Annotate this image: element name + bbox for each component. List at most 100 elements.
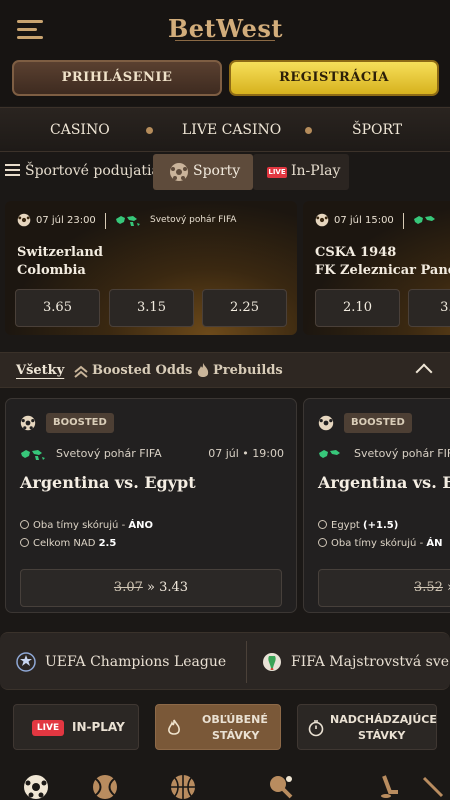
selection-line: Oba tímy skórujú - ÁNO bbox=[20, 520, 153, 531]
match-date: 07 júl • 19:00 bbox=[208, 447, 284, 460]
hamburger-menu-icon[interactable] bbox=[17, 20, 43, 39]
match-title: Argentina vs. Eg bbox=[318, 473, 450, 492]
competition-name: Svetový pohár FIFA bbox=[56, 447, 162, 460]
auth-row: PRIHLÁSENIE REGISTRÁCIA bbox=[0, 58, 450, 106]
selection-text: Celkom NAD bbox=[33, 538, 99, 549]
flame-icon bbox=[197, 363, 209, 377]
odds-button-draw[interactable]: 3.15 bbox=[109, 289, 194, 327]
match-carousel[interactable]: 07 júl 23:00 Svetový pohár FIFA Switzerl… bbox=[0, 195, 450, 343]
flame-icon bbox=[168, 719, 180, 735]
sport-icon-bar bbox=[0, 768, 450, 800]
selection-line: Egypt (+1.5) bbox=[318, 520, 398, 531]
selection-value: ÁNO bbox=[128, 520, 153, 531]
nav-casino[interactable]: CASINO bbox=[50, 108, 110, 153]
selection-value: 2.5 bbox=[98, 538, 117, 549]
filter-boosted-odds[interactable]: Boosted Odds bbox=[92, 353, 192, 389]
new-odds: 3.43 bbox=[159, 580, 189, 595]
boosted-card[interactable]: BOOSTED Svetový pohár FIFA 07 júl • 19:0… bbox=[5, 398, 297, 613]
boosted-badge: BOOSTED bbox=[344, 413, 412, 433]
tab-sport-events[interactable]: Športové podujatia bbox=[25, 163, 160, 179]
tennis-ball-icon[interactable] bbox=[92, 774, 118, 800]
team-away: Colombia bbox=[17, 263, 86, 278]
in-play-button[interactable]: LIVE IN-PLAY bbox=[13, 704, 139, 750]
favorite-bets-label-1: OBĽÚBENÉ bbox=[202, 713, 268, 726]
app-screen: BetWest PRIHLÁSENIE REGISTRÁCIA CASINO L… bbox=[0, 0, 450, 800]
brand-logo[interactable]: BetWest bbox=[168, 14, 283, 43]
boosted-card[interactable]: BOOSTED Svetový pohár FIFA Argentina vs.… bbox=[303, 398, 450, 613]
league-divider bbox=[246, 641, 247, 683]
radio-circle-icon bbox=[318, 520, 327, 529]
soccer-ball-icon bbox=[17, 213, 31, 227]
register-button[interactable]: REGISTRÁCIA bbox=[229, 60, 439, 96]
old-odds: 3.07 bbox=[113, 580, 143, 595]
soccer-ball-icon[interactable] bbox=[23, 774, 49, 800]
selection-line: Celkom NAD 2.5 bbox=[20, 538, 116, 549]
meta-divider bbox=[105, 213, 106, 229]
match-date: 07 júl 15:00 bbox=[334, 215, 394, 226]
tab-in-play-label: In-Play bbox=[291, 163, 341, 179]
nav-sport[interactable]: ŠPORT bbox=[352, 108, 402, 153]
odds-button-draw[interactable]: 3.3 bbox=[408, 289, 450, 327]
top-header: BetWest bbox=[0, 0, 450, 58]
soccer-ball-icon bbox=[20, 415, 36, 431]
odds-button-home[interactable]: 3.65 bbox=[15, 289, 100, 327]
match-card[interactable]: 07 júl 15:00 CSKA 1948 FK Zeleznicar Pan… bbox=[303, 201, 450, 335]
team-away: FK Zeleznicar Pance bbox=[315, 263, 450, 278]
league-fifa-world-cup[interactable]: FIFA Majstrovstvá sve bbox=[291, 633, 449, 691]
competition-name: Svetový pohár FIFA bbox=[354, 447, 450, 460]
main-nav: CASINO LIVE CASINO ŠPORT bbox=[0, 107, 450, 152]
favorite-bets-button[interactable]: OBĽÚBENÉ STÁVKY bbox=[155, 704, 281, 750]
match-title: Argentina vs. Egypt bbox=[20, 473, 196, 492]
nav-live-casino[interactable]: LIVE CASINO bbox=[182, 108, 281, 153]
world-map-icon bbox=[116, 216, 140, 226]
live-badge: LIVE bbox=[267, 167, 287, 178]
team-home: Switzerland bbox=[17, 245, 103, 260]
match-date: 07 júl 23:00 bbox=[36, 215, 96, 226]
champions-league-icon bbox=[16, 652, 36, 672]
boosted-odds-button[interactable]: 3.07 » 3.43 bbox=[20, 569, 282, 607]
boosted-odds-button[interactable]: 3.52 » bbox=[318, 569, 450, 607]
world-map-icon bbox=[21, 450, 45, 460]
table-tennis-icon[interactable] bbox=[268, 774, 294, 800]
tab-sporty[interactable]: Sporty bbox=[153, 154, 253, 190]
world-map-icon bbox=[414, 216, 435, 224]
filter-prebuilds[interactable]: Prebuilds bbox=[213, 353, 283, 389]
upcoming-bets-label-2: STÁVKY bbox=[358, 729, 406, 742]
double-chevron-up-icon bbox=[74, 365, 88, 378]
selection-line: Oba tímy skórujú - ÁN bbox=[318, 538, 442, 549]
favorite-bets-label-2: STÁVKY bbox=[212, 729, 260, 742]
radio-circle-icon bbox=[318, 538, 327, 547]
selection-value: ÁN bbox=[426, 538, 443, 549]
team-home: CSKA 1948 bbox=[315, 245, 397, 260]
live-badge: LIVE bbox=[32, 720, 64, 736]
filter-all[interactable]: Všetky bbox=[16, 353, 64, 389]
ice-hockey-icon[interactable] bbox=[378, 774, 404, 800]
selection-text: Egypt bbox=[331, 520, 364, 531]
league-carousel[interactable]: UEFA Champions League FIFA Majstrovstvá … bbox=[0, 632, 450, 690]
collapse-chevron-icon[interactable] bbox=[415, 363, 433, 381]
tab-in-play[interactable]: LIVE In-Play bbox=[253, 154, 349, 190]
meta-divider bbox=[403, 213, 404, 229]
fifa-trophy-icon bbox=[263, 653, 281, 671]
old-odds: 3.52 bbox=[414, 580, 443, 595]
tab-sporty-label: Sporty bbox=[193, 163, 241, 179]
stopwatch-icon bbox=[308, 720, 324, 737]
odds-button-away[interactable]: 2.25 bbox=[202, 289, 287, 327]
logo-underline bbox=[175, 40, 275, 43]
soccer-ball-icon bbox=[315, 213, 329, 227]
league-champions-league[interactable]: UEFA Champions League bbox=[45, 633, 226, 691]
login-button[interactable]: PRIHLÁSENIE bbox=[12, 60, 222, 96]
boosted-badge: BOOSTED bbox=[46, 413, 114, 433]
basketball-icon[interactable] bbox=[170, 774, 196, 800]
odds-button-home[interactable]: 2.10 bbox=[315, 289, 400, 327]
filter-bar: Všetky Boosted Odds Prebuilds bbox=[0, 352, 450, 388]
soccer-ball-icon bbox=[318, 415, 334, 431]
match-card[interactable]: 07 júl 23:00 Svetový pohár FIFA Switzerl… bbox=[5, 201, 297, 335]
selection-text: Oba tímy skórujú - bbox=[33, 520, 129, 531]
soccer-ball-icon bbox=[170, 163, 188, 181]
upcoming-bets-button[interactable]: NADCHÁDZAJÚCE STÁVKY bbox=[297, 704, 437, 750]
bottom-quick-row: LIVE IN-PLAY OBĽÚBENÉ STÁVKY NADCHÁDZAJÚ… bbox=[0, 700, 450, 760]
list-menu-icon[interactable] bbox=[5, 164, 20, 177]
in-play-label: IN-PLAY bbox=[72, 720, 125, 734]
baseball-bat-icon[interactable] bbox=[420, 774, 446, 800]
